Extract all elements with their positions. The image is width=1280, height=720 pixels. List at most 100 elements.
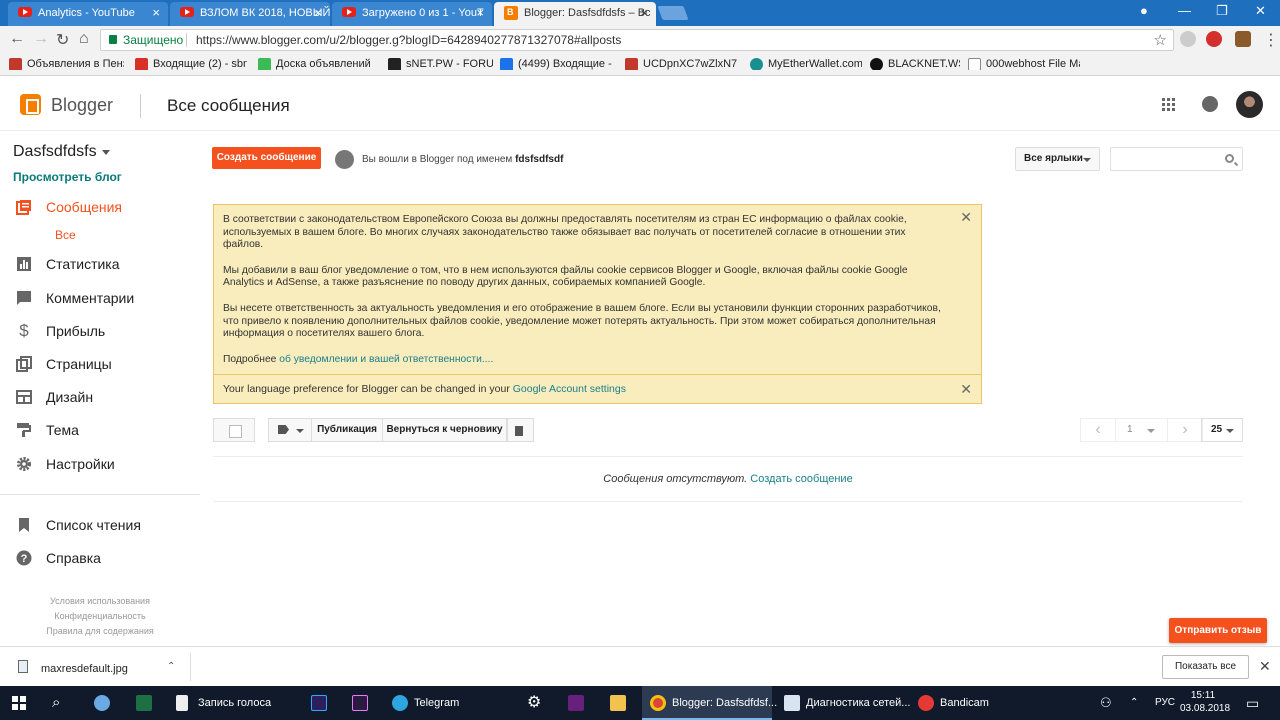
- brand-name[interactable]: Blogger: [51, 95, 113, 116]
- bookmark-item[interactable]: Доска объявлений: [258, 58, 370, 70]
- menu-icon[interactable]: ⋮: [1263, 30, 1279, 50]
- maximize-icon[interactable]: ❐: [1216, 3, 1228, 19]
- windows-start-icon[interactable]: [12, 696, 26, 710]
- search-input[interactable]: [1110, 147, 1243, 171]
- bookmark-item[interactable]: Объявления в Пенз: [9, 58, 124, 70]
- settings-gear-icon[interactable]: ⚙: [527, 686, 541, 720]
- bookmark-item[interactable]: 000webhost File Ma: [968, 58, 1080, 70]
- sidebar-item-posts[interactable]: Сообщения: [0, 195, 200, 221]
- reload-icon[interactable]: ↻: [56, 30, 69, 50]
- google-account-settings-link[interactable]: Google Account settings: [513, 383, 626, 395]
- chevron-up-icon[interactable]: ⌃: [167, 661, 175, 672]
- previous-page-button[interactable]: ‹: [1080, 418, 1116, 442]
- photoshop-icon[interactable]: [311, 695, 327, 711]
- delete-button[interactable]: [507, 418, 534, 442]
- page-selector[interactable]: 1: [1116, 418, 1167, 442]
- close-icon[interactable]: ×: [640, 2, 648, 24]
- sidebar-item-reading-list[interactable]: Список чтения: [0, 513, 200, 539]
- forward-icon[interactable]: →: [33, 30, 49, 48]
- omnibox[interactable]: Защищено https://www.blogger.com/u/2/blo…: [100, 29, 1174, 51]
- view-blog-link[interactable]: Просмотреть блог: [13, 170, 122, 184]
- premiere-icon[interactable]: [352, 695, 368, 711]
- minimize-icon[interactable]: —: [1178, 3, 1191, 18]
- tab-vk-video[interactable]: ВЗЛОМ ВК 2018, НОВЫЙ ×: [170, 2, 330, 26]
- content-policy-link[interactable]: Правила для содержания: [0, 626, 200, 636]
- send-feedback-button[interactable]: Отправить отзыв: [1169, 618, 1267, 643]
- create-post-link[interactable]: Создать сообщение: [750, 473, 852, 485]
- label-button[interactable]: [268, 418, 312, 442]
- sidebar-item-comments[interactable]: Комментарии: [0, 286, 200, 312]
- avatar[interactable]: [1236, 91, 1263, 118]
- apps-grid-icon[interactable]: [1162, 98, 1176, 112]
- sidebar-item-help[interactable]: ? Справка: [0, 546, 200, 572]
- select-all-checkbox[interactable]: [213, 418, 255, 442]
- secure-label: Защищено: [123, 33, 184, 47]
- search-icon[interactable]: [1225, 154, 1234, 163]
- terms-link[interactable]: Условия использования: [0, 596, 200, 606]
- sidebar-subitem-all[interactable]: Все: [55, 228, 76, 242]
- window-close-icon[interactable]: ✕: [1255, 3, 1266, 19]
- sidebar-item-stats[interactable]: Статистика: [0, 252, 200, 278]
- tray-chevron-up-icon[interactable]: ⌃: [1130, 686, 1138, 720]
- profile-icon[interactable]: ●: [1140, 3, 1148, 18]
- close-icon[interactable]: ✕: [960, 381, 972, 398]
- sidebar-item-layout[interactable]: Дизайн: [0, 385, 200, 411]
- back-icon[interactable]: ←: [9, 30, 25, 48]
- chevron-down-icon[interactable]: [102, 150, 110, 155]
- next-page-button[interactable]: ›: [1167, 418, 1203, 442]
- extension-icon[interactable]: [1180, 31, 1196, 47]
- close-icon[interactable]: ×: [476, 2, 484, 24]
- taskbar-item-chrome-blogger[interactable]: Blogger: Dasfsdfdsf...: [642, 686, 777, 720]
- close-icon[interactable]: ×: [152, 2, 160, 24]
- notifications-icon[interactable]: [1202, 96, 1218, 112]
- clock[interactable]: 15:11 03.08.2018: [1180, 689, 1230, 715]
- close-icon[interactable]: ✕: [960, 210, 972, 224]
- bookmark-item[interactable]: sNET.PW - FORUM: [388, 58, 493, 70]
- bookmark-item[interactable]: UCDpnXC7wZlxN7k: [625, 58, 737, 70]
- pages-icon: [16, 356, 32, 372]
- bookmark-item[interactable]: MyEtherWallet.com: [750, 58, 862, 70]
- microphone-icon: [176, 695, 188, 711]
- sidebar-item-theme[interactable]: Тема: [0, 418, 200, 444]
- bookmark-item[interactable]: (4499) Входящие - Г: [500, 58, 612, 70]
- create-post-button[interactable]: Создать сообщение: [212, 147, 321, 169]
- sidebar-item-pages[interactable]: Страницы: [0, 352, 200, 378]
- taskbar-item-telegram[interactable]: Telegram: [384, 686, 512, 720]
- publish-button[interactable]: Публикация: [311, 418, 383, 442]
- excel-icon[interactable]: [136, 695, 152, 711]
- new-tab-button[interactable]: [657, 6, 689, 20]
- search-icon[interactable]: ⌕: [52, 686, 60, 720]
- people-icon[interactable]: ⚇: [1100, 686, 1112, 720]
- bookmark-item[interactable]: BLACKNET.WS: [870, 58, 960, 70]
- file-explorer-icon[interactable]: [610, 695, 626, 711]
- taskbar-item-bandicam[interactable]: Bandicam: [910, 686, 1040, 720]
- sidebar-item-earnings[interactable]: $ Прибыль: [0, 319, 200, 345]
- visual-studio-icon[interactable]: [568, 695, 584, 711]
- close-icon[interactable]: ✕: [1259, 658, 1271, 675]
- close-icon[interactable]: ×: [314, 2, 322, 24]
- home-icon[interactable]: ⌂: [79, 30, 89, 48]
- download-item[interactable]: maxresdefault.jpg: [41, 663, 128, 675]
- extension-icon[interactable]: [1235, 31, 1251, 47]
- action-center-icon[interactable]: ▭: [1246, 686, 1259, 720]
- show-all-downloads-button[interactable]: Показать все: [1162, 655, 1249, 679]
- tab-blogger[interactable]: Blogger: Dasfsdfdsfs – Вс ×: [494, 2, 656, 26]
- cookie-more-link[interactable]: об уведомлении и вашей ответственности..…: [279, 354, 493, 365]
- sidebar-item-settings[interactable]: Настройки: [0, 452, 200, 478]
- tab-analytics-youtube[interactable]: Analytics - YouTube ×: [8, 2, 168, 26]
- labels-dropdown[interactable]: Все ярлыки: [1015, 147, 1100, 171]
- bookmark-item[interactable]: Входящие (2) - sbnc: [135, 58, 247, 70]
- revert-to-draft-button[interactable]: Вернуться к черновику: [382, 418, 507, 442]
- app-icon[interactable]: [94, 695, 110, 711]
- url-text[interactable]: https://www.blogger.com/u/2/blogger.g?bl…: [196, 33, 621, 47]
- extension-icon[interactable]: [1206, 31, 1222, 47]
- blog-selector[interactable]: Dasfsdfdsfs: [13, 143, 97, 161]
- taskbar-item-network-diagnostics[interactable]: Диагностика сетей...: [776, 686, 910, 720]
- tab-upload-youtube[interactable]: Загружено 0 из 1 - YouT ×: [332, 2, 492, 26]
- bookmark-star-icon[interactable]: ☆: [1154, 31, 1167, 49]
- language-indicator[interactable]: РУС: [1155, 686, 1175, 720]
- per-page-selector[interactable]: 25: [1201, 418, 1243, 442]
- privacy-link[interactable]: Конфиденциальность: [0, 611, 200, 621]
- blogger-logo-icon[interactable]: [20, 94, 41, 115]
- taskbar-item-voice-recorder[interactable]: Запись голоса: [168, 686, 298, 720]
